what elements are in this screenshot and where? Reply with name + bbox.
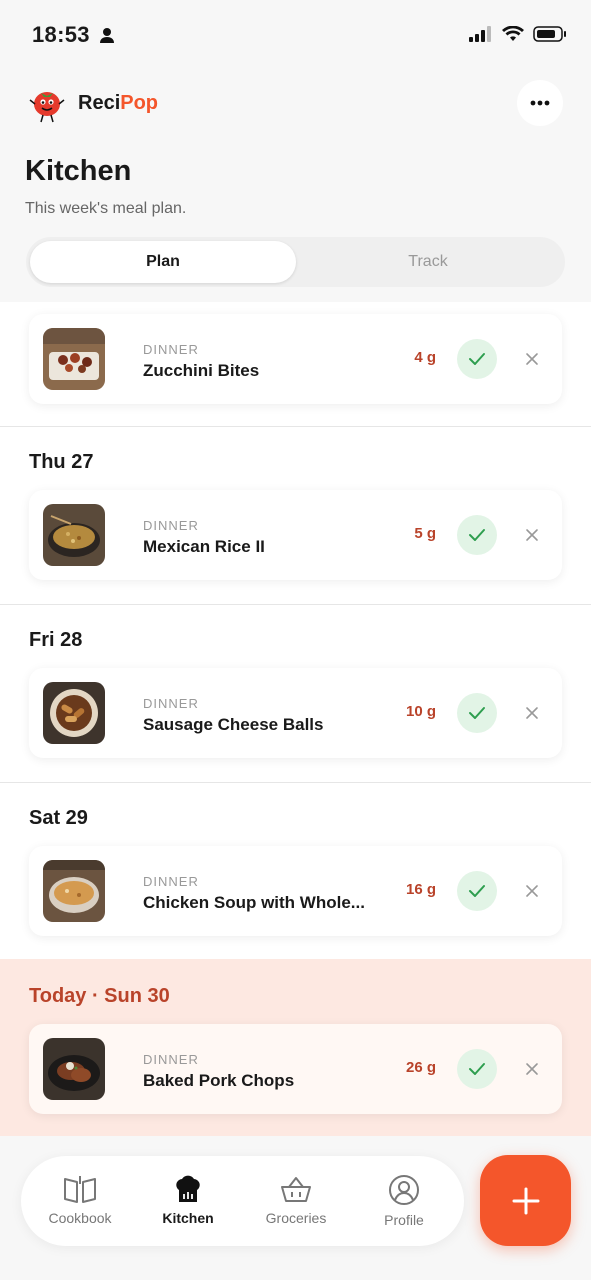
check-icon [469,529,485,541]
remove-meal-button[interactable] [519,878,545,904]
mark-done-button[interactable] [457,871,497,911]
meal-thumbnail [43,860,105,922]
battery-icon [533,26,566,42]
wifi-icon [502,26,524,41]
tab-cookbook-label: Cookbook [48,1210,112,1226]
meal-amount: 5 g [414,525,436,542]
mark-done-button[interactable] [457,693,497,733]
plus-icon [512,1187,539,1214]
page-title: Kitchen [25,155,132,187]
meal-thumbnail [43,504,105,566]
tomato-mascot-logo [29,92,65,123]
more-dots-icon [530,100,550,106]
day-label: Sat 29 [29,807,88,829]
meal-name: Zucchini Bites [143,361,260,380]
page-subtitle: This week's meal plan. [25,200,187,217]
brand-name: ReciPop [78,92,158,115]
signal-icon [469,26,491,42]
close-icon [526,353,538,365]
day-section: Fri 28 DINNER Sausage Cheese Balls 10 g [0,605,591,782]
check-icon [469,885,485,897]
meal-card[interactable]: DINNER Baked Pork Chops 26 g [29,1024,562,1114]
tab-cookbook[interactable]: Cookbook [30,1174,130,1226]
remove-meal-button[interactable] [519,522,545,548]
system-icons [469,26,567,42]
remove-meal-button[interactable] [519,346,545,372]
meal-name: Mexican Rice II [143,537,265,556]
mark-done-button[interactable] [457,339,497,379]
tab-profile[interactable]: Profile [354,1174,454,1228]
close-icon [526,707,538,719]
meal-card[interactable]: DINNER Chicken Soup with Whole... 16 g [29,846,562,936]
meal-name: Baked Pork Chops [143,1071,295,1090]
close-icon [526,1063,538,1075]
day-section: Sat 29 DINNER Chicken Soup with Whole...… [0,783,591,959]
profile-icon [389,1175,419,1205]
check-icon [469,707,485,719]
meal-type: DINNER [143,518,199,533]
meal-plan-list: DINNER Zucchini Bites 4 g Thu 27 DINNER … [0,302,591,1136]
meal-type: DINNER [143,874,199,889]
mark-done-button[interactable] [457,1049,497,1089]
tab-groceries-label: Groceries [265,1210,327,1226]
meal-type: DINNER [143,1052,199,1067]
add-meal-button[interactable] [480,1155,571,1246]
meal-name: Sausage Cheese Balls [143,715,324,734]
meal-name: Chicken Soup with Whole... [143,893,365,912]
tab-groceries[interactable]: Groceries [246,1174,346,1226]
day-section: DINNER Zucchini Bites 4 g [0,302,591,426]
day-section: Thu 27 DINNER Mexican Rice II 5 g [0,427,591,604]
more-options-button[interactable] [517,80,563,126]
meal-thumbnail [43,682,105,744]
meal-card[interactable]: DINNER Zucchini Bites 4 g [29,314,562,404]
check-icon [469,353,485,365]
brand-prefix: Reci [78,92,121,114]
meal-amount: 4 g [414,349,436,366]
tab-plan[interactable]: Plan [30,241,296,283]
status-bar: 18:53 [0,0,591,70]
tab-kitchen[interactable]: Kitchen [138,1174,238,1226]
remove-meal-button[interactable] [519,700,545,726]
today-section: Today · Sun 30 DINNER Baked Pork Chops 2… [0,959,591,1136]
book-icon [64,1176,96,1203]
app-header: ReciPop [0,80,591,128]
day-label-today: Today · Sun 30 [29,985,170,1007]
person-icon [100,28,114,43]
check-icon [469,1063,485,1075]
meal-type: DINNER [143,342,199,357]
meal-amount: 26 g [405,1059,436,1076]
basket-icon [281,1177,311,1202]
bottom-tab-bar: Cookbook Kitchen Groceries Profile [21,1156,464,1246]
plan-track-toggle: Plan Track [26,237,565,287]
close-icon [526,885,538,897]
day-label: Fri 28 [29,629,83,651]
close-icon [526,529,538,541]
meal-type: DINNER [143,696,199,711]
meal-card[interactable]: DINNER Mexican Rice II 5 g [29,490,562,580]
meal-card[interactable]: DINNER Sausage Cheese Balls 10 g [29,668,562,758]
mark-done-button[interactable] [457,515,497,555]
meal-thumbnail [43,1038,105,1100]
tab-track[interactable]: Track [295,241,561,283]
tab-profile-label: Profile [384,1212,424,1228]
chef-hat-icon [176,1175,200,1202]
meal-thumbnail [43,328,105,390]
brand-suffix: Pop [120,92,159,114]
meal-amount: 16 g [405,881,436,898]
day-label: Thu 27 [29,451,94,473]
remove-meal-button[interactable] [519,1056,545,1082]
tab-kitchen-label: Kitchen [162,1210,214,1226]
status-time: 18:53 [32,22,90,47]
meal-amount: 10 g [405,703,436,720]
